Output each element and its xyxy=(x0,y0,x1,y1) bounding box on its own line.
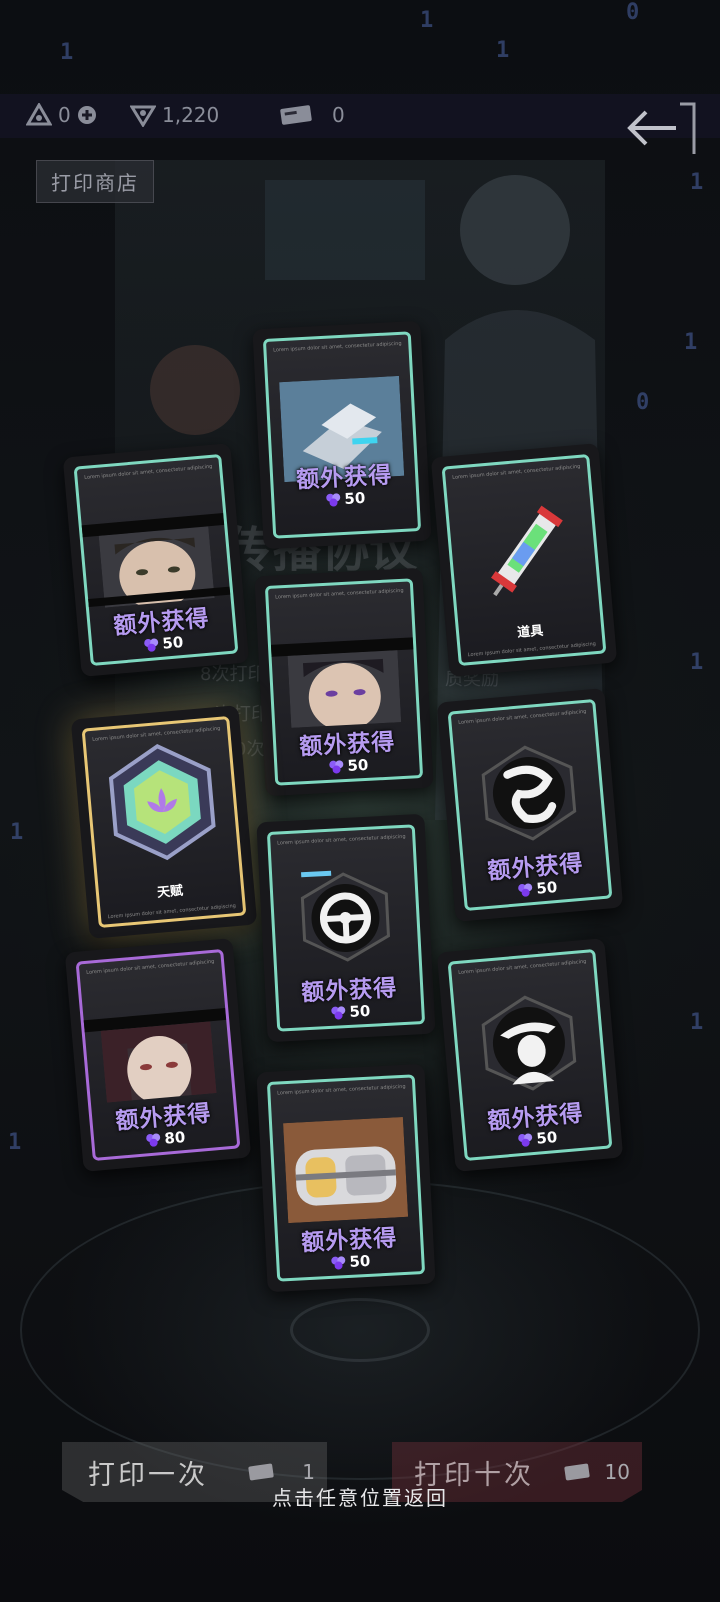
gem-icon xyxy=(518,883,533,897)
resource-1-value: 0 xyxy=(58,103,71,127)
resource-bar xyxy=(0,94,720,138)
gem-icon xyxy=(144,638,159,652)
card-cost-value: 50 xyxy=(343,488,366,508)
resource-tickets: 0 xyxy=(278,103,345,127)
card-cost-value: 50 xyxy=(161,632,184,653)
digit-rain: 1 xyxy=(684,330,698,355)
card-cost-value: 50 xyxy=(348,1251,371,1271)
reward-card[interactable]: Lorem ipsum dolor sit amet, consectetur … xyxy=(256,813,436,1043)
card-cost-value: 50 xyxy=(346,755,369,775)
wheel-emblem-icon xyxy=(300,870,391,962)
reward-card[interactable]: Lorem ipsum dolor sit amet, consectetur … xyxy=(70,705,258,939)
reward-card[interactable]: Lorem ipsum dolor sit amet, consectetur … xyxy=(436,938,624,1172)
card-flavor-text: Lorem ipsum dolor sit amet, consectetur … xyxy=(458,708,587,726)
gem-icon xyxy=(518,1133,533,1147)
ticket-icon xyxy=(564,1463,590,1481)
digit-rain: 1 xyxy=(60,40,74,65)
digit-rain: 1 xyxy=(10,820,24,845)
digit-rain: 0 xyxy=(626,0,640,25)
reward-card[interactable]: Lorem ipsum dolor sit amet, consectetur … xyxy=(252,320,432,550)
card-cost-value: 80 xyxy=(163,1127,186,1148)
digit-rain: 1 xyxy=(690,170,704,195)
ticket-icon xyxy=(280,105,312,125)
card-flavor-text: Lorem ipsum dolor sit amet, consectetur … xyxy=(277,833,406,847)
gem-shield-icon xyxy=(130,105,156,127)
digit-rain: 1 xyxy=(8,1130,22,1155)
card-flavor-text: Lorem ipsum dolor sit amet, consectetur … xyxy=(458,958,587,976)
digit-rain: 0 xyxy=(636,390,650,415)
card-flavor-text: Lorem ipsum dolor sit amet, consectetur … xyxy=(107,903,237,921)
digit-rain: 1 xyxy=(496,38,510,63)
card-flavor-text: Lorem ipsum dolor sit amet, consectetur … xyxy=(273,340,402,354)
digit-rain: 1 xyxy=(420,8,434,33)
platform-center-ring xyxy=(290,1298,430,1362)
plus-icon[interactable] xyxy=(77,105,97,125)
portrait-woman xyxy=(100,1021,217,1103)
reward-card[interactable]: Lorem ipsum dolor sit amet, consectetur … xyxy=(62,443,250,677)
card-flavor-text: Lorem ipsum dolor sit amet, consectetur … xyxy=(452,463,581,481)
hat-emblem-icon xyxy=(481,995,577,1091)
ticket-icon xyxy=(248,1463,274,1481)
gem-icon xyxy=(331,1256,346,1270)
shop-title-tag: 打印商店 xyxy=(36,160,154,203)
card-flavor-text: Lorem ipsum dolor sit amet, consectetur … xyxy=(277,1083,406,1097)
back-arrow-icon[interactable] xyxy=(620,98,698,156)
card-cost-value: 50 xyxy=(535,877,558,898)
syringe-icon xyxy=(491,505,563,597)
print-ten-cost: 10 xyxy=(604,1460,630,1484)
reward-card[interactable]: Lorem ipsum dolor sit amet, consectetur … xyxy=(430,443,618,677)
gem-icon xyxy=(329,760,344,774)
reward-card[interactable]: Lorem ipsum dolor sit amet, consectetur … xyxy=(254,567,434,797)
reward-card[interactable]: Lorem ipsum dolor sit amet, consectetur … xyxy=(64,938,252,1172)
portrait-boy xyxy=(287,650,402,728)
card-label: 道具 xyxy=(516,623,544,641)
card-cost-value: 50 xyxy=(348,1001,371,1021)
reward-card[interactable]: Lorem ipsum dolor sit amet, consectetur … xyxy=(436,688,624,922)
resource-2: 1,220 xyxy=(130,103,219,127)
card-flavor-text: Lorem ipsum dolor sit amet, consectetur … xyxy=(86,958,215,976)
tap-to-return-hint: 点击任意位置返回 xyxy=(272,1486,448,1510)
digit-rain: 1 xyxy=(690,650,704,675)
crystal-icon xyxy=(26,103,52,126)
lotus-emblem-icon xyxy=(108,743,216,861)
card-flavor-text: Lorem ipsum dolor sit amet, consectetur … xyxy=(84,463,213,481)
gem-icon xyxy=(146,1133,161,1147)
gem-icon xyxy=(331,1006,346,1020)
resource-2-value: 1,220 xyxy=(162,103,220,127)
tickets-value: 0 xyxy=(332,103,345,127)
card-cost-value: 50 xyxy=(535,1127,558,1148)
card-flavor-text: Lorem ipsum dolor sit amet, consectetur … xyxy=(275,587,404,601)
gem-icon xyxy=(326,493,341,507)
print-once-cost: 1 xyxy=(302,1460,315,1484)
digit-rain: 1 xyxy=(690,1010,704,1035)
capsule-icon xyxy=(283,1116,409,1224)
card-label: 天赋 xyxy=(156,883,184,901)
reward-card[interactable]: Lorem ipsum dolor sit amet, consectetur … xyxy=(256,1063,436,1293)
dragon-emblem-icon xyxy=(481,745,577,841)
resource-1: 0 xyxy=(26,103,97,127)
